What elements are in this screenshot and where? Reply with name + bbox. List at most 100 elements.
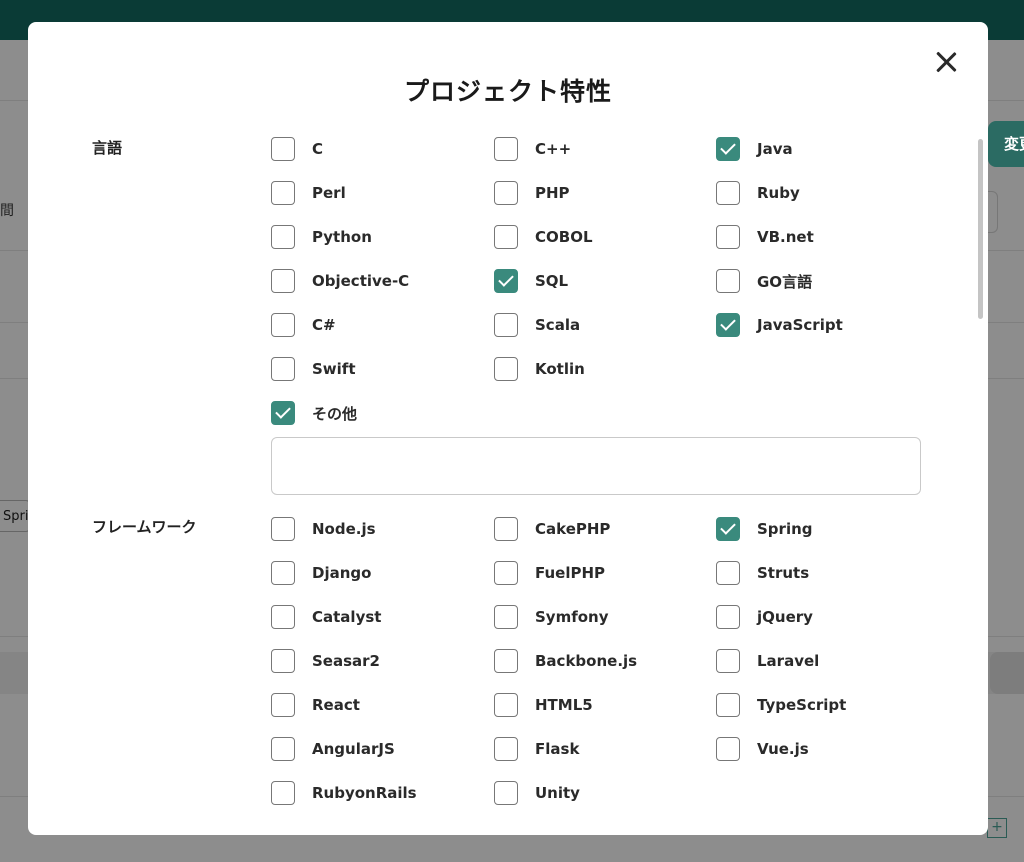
checkbox-box[interactable] [271,737,295,761]
checkbox-language-cpp[interactable]: C++ [494,135,571,163]
checkbox-language-csharp[interactable]: C# [271,311,336,339]
checkbox-framework-catalyst[interactable]: Catalyst [271,603,381,631]
checkbox-framework-typescript[interactable]: TypeScript [716,691,846,719]
checkbox-box[interactable] [271,605,295,629]
background-plus-icon: + [987,818,1007,838]
checkbox-label: FuelPHP [535,564,606,582]
checkbox-label: Java [757,140,793,158]
checkbox-framework-react[interactable]: React [271,691,360,719]
checkbox-framework-spring[interactable]: Spring [716,515,813,543]
checkbox-box[interactable] [271,357,295,381]
checkbox-label: React [312,696,360,714]
checkbox-box[interactable] [271,313,295,337]
checkbox-language-other[interactable]: その他 [271,399,357,427]
checkbox-framework-symfony[interactable]: Symfony [494,603,609,631]
checkbox-language-python[interactable]: Python [271,223,372,251]
checkbox-language-perl[interactable]: Perl [271,179,346,207]
checkbox-box[interactable] [494,313,518,337]
checkbox-box[interactable] [716,605,740,629]
section-label-frameworks: フレームワーク [92,518,197,536]
checkbox-box[interactable] [271,649,295,673]
checkbox-box[interactable] [716,181,740,205]
checkbox-box[interactable] [716,225,740,249]
checkbox-language-go[interactable]: GO言語 [716,267,812,295]
checkbox-label: Backbone.js [535,652,638,670]
checkbox-language-sql[interactable]: SQL [494,267,568,295]
checkbox-box[interactable] [494,137,518,161]
checkbox-language-vbnet[interactable]: VB.net [716,223,814,251]
checkbox-box[interactable] [494,737,518,761]
checkbox-box[interactable] [494,357,518,381]
checkbox-framework-flask[interactable]: Flask [494,735,579,763]
checkbox-box[interactable] [271,225,295,249]
checkbox-box[interactable] [494,269,518,293]
checkbox-framework-cakephp[interactable]: CakePHP [494,515,610,543]
checkbox-box[interactable] [494,225,518,249]
checkbox-box[interactable] [716,313,740,337]
checkbox-box[interactable] [494,561,518,585]
checkbox-box[interactable] [494,181,518,205]
background-change-button: 変更 [988,121,1024,167]
checkbox-language-ruby[interactable]: Ruby [716,179,800,207]
checkbox-framework-nodejs[interactable]: Node.js [271,515,376,543]
checkbox-language-swift[interactable]: Swift [271,355,356,383]
checkbox-box[interactable] [271,401,295,425]
checkbox-box[interactable] [271,517,295,541]
other-language-input[interactable] [271,437,921,495]
checkbox-language-php[interactable]: PHP [494,179,570,207]
checkbox-box[interactable] [271,561,295,585]
checkbox-box[interactable] [494,517,518,541]
checkbox-framework-jquery[interactable]: jQuery [716,603,813,631]
checkbox-framework-struts[interactable]: Struts [716,559,809,587]
checkbox-language-java[interactable]: Java [716,135,793,163]
checkbox-framework-html5[interactable]: HTML5 [494,691,593,719]
checkbox-box[interactable] [271,781,295,805]
checkbox-box[interactable] [716,649,740,673]
checkbox-language-kotlin[interactable]: Kotlin [494,355,585,383]
checkbox-language-c[interactable]: C [271,135,323,163]
checkbox-framework-fuelphp[interactable]: FuelPHP [494,559,605,587]
checkbox-box[interactable] [271,137,295,161]
checkbox-label: C++ [535,140,572,158]
checkbox-framework-django[interactable]: Django [271,559,371,587]
close-icon[interactable] [930,46,962,78]
checkbox-label: Objective-C [312,272,410,290]
checkbox-label: HTML5 [535,696,593,714]
checkbox-box[interactable] [716,693,740,717]
scrollbar-thumb[interactable] [978,139,983,319]
checkbox-framework-laravel[interactable]: Laravel [716,647,819,675]
checkbox-label: TypeScript [757,696,847,714]
checkbox-label: C# [312,316,336,334]
checkbox-box[interactable] [716,517,740,541]
background-band-button [990,652,1024,694]
checkbox-box[interactable] [494,781,518,805]
checkbox-label: Spring [757,520,813,538]
checkbox-label: Flask [535,740,580,758]
checkbox-framework-unity[interactable]: Unity [494,779,580,807]
checkbox-box[interactable] [494,693,518,717]
checkbox-language-javascript[interactable]: JavaScript [716,311,843,339]
checkbox-box[interactable] [271,269,295,293]
checkbox-label: GO言語 [757,272,813,291]
checkbox-label: Unity [535,784,580,802]
checkbox-framework-seasar2[interactable]: Seasar2 [271,647,380,675]
checkbox-box[interactable] [716,137,740,161]
checkbox-label: Node.js [312,520,376,538]
checkbox-box[interactable] [716,269,740,293]
checkbox-box[interactable] [271,181,295,205]
checkbox-box[interactable] [494,649,518,673]
checkbox-box[interactable] [271,693,295,717]
checkbox-framework-backbonejs[interactable]: Backbone.js [494,647,637,675]
checkbox-language-scala[interactable]: Scala [494,311,580,339]
checkbox-framework-rubyonrails[interactable]: RubyonRails [271,779,417,807]
checkbox-framework-vuejs[interactable]: Vue.js [716,735,809,763]
checkbox-label: Symfony [535,608,609,626]
checkbox-box[interactable] [494,605,518,629]
checkbox-language-cobol[interactable]: COBOL [494,223,593,251]
checkbox-box[interactable] [716,561,740,585]
section-label-languages: 言語 [92,139,123,157]
checkbox-box[interactable] [716,737,740,761]
checkbox-language-objective-c[interactable]: Objective-C [271,267,409,295]
project-characteristics-modal: プロジェクト特性 言語 C C++ Java Perl PHP Ruby Pyt… [28,22,988,835]
checkbox-framework-angularjs[interactable]: AngularJS [271,735,395,763]
